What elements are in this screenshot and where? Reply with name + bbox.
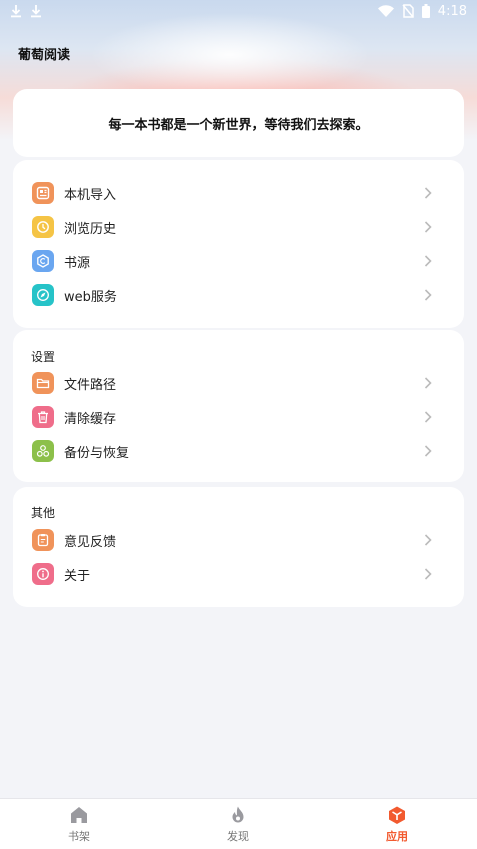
home-icon	[71, 806, 87, 823]
intro-text: 每一本书都是一个新世界，等待我们去探索。	[108, 117, 369, 133]
nav-tab-label: 书架	[68, 829, 90, 843]
history-icon	[32, 216, 54, 238]
chevron-right-icon	[424, 377, 432, 389]
menu-item-backup-restore[interactable]: 备份与恢复	[13, 434, 464, 468]
menu-item-about[interactable]: 关于	[13, 557, 464, 591]
menu-item-label: 文件路径	[64, 377, 117, 393]
folder-icon	[32, 372, 54, 394]
menu-item-clear-cache[interactable]: 清除缓存	[13, 400, 464, 434]
menu-item-web-service[interactable]: web服务	[13, 278, 464, 312]
menu-item-label: 浏览历史	[64, 221, 117, 237]
wifi-icon	[377, 5, 394, 17]
section-title-settings: 设置	[31, 350, 56, 364]
chevron-right-icon	[424, 445, 432, 457]
menu-item-label: 备份与恢复	[64, 445, 130, 461]
chevron-right-icon	[424, 289, 432, 301]
section-title-other: 其他	[31, 506, 56, 520]
chevron-right-icon	[424, 411, 432, 423]
other-card: 其他 意见反馈 关于	[13, 487, 464, 607]
menu-item-history[interactable]: 浏览历史	[13, 210, 464, 244]
intro-card: 每一本书都是一个新世界，等待我们去探索。	[13, 89, 464, 157]
tools-card: 本机导入 浏览历史 书源 web服务	[13, 160, 464, 328]
trash-icon	[32, 406, 54, 428]
chevron-right-icon	[424, 568, 432, 580]
status-bar: 4:18	[0, 0, 477, 22]
chevron-right-icon	[424, 534, 432, 546]
menu-item-local-import[interactable]: 本机导入	[13, 176, 464, 210]
download-icon	[31, 5, 41, 18]
no-sim-icon	[402, 4, 414, 18]
web-service-icon	[32, 284, 54, 306]
cube-icon	[389, 806, 405, 824]
info-icon	[32, 563, 54, 585]
menu-item-label: 本机导入	[64, 187, 117, 203]
flame-icon	[232, 806, 244, 822]
menu-item-feedback[interactable]: 意见反馈	[13, 523, 464, 557]
status-time: 4:18	[437, 3, 467, 19]
menu-item-label: 意见反馈	[64, 534, 117, 550]
nav-tab-label: 发现	[227, 829, 249, 843]
battery-icon	[421, 4, 430, 18]
download-icon	[11, 5, 21, 18]
menu-item-file-path[interactable]: 文件路径	[13, 366, 464, 400]
backup-icon	[32, 440, 54, 462]
menu-item-label: 清除缓存	[64, 411, 117, 427]
menu-item-label: 关于	[64, 568, 91, 584]
nav-tab-discover[interactable]: 发现	[198, 799, 278, 849]
menu-item-label: 书源	[64, 255, 91, 271]
menu-item-label: web服务	[64, 289, 117, 305]
chevron-right-icon	[424, 255, 432, 267]
chevron-right-icon	[424, 221, 432, 233]
app-title: 葡萄阅读	[18, 48, 71, 63]
menu-item-book-source[interactable]: 书源	[13, 244, 464, 278]
nav-tab-bookshelf[interactable]: 书架	[39, 799, 119, 849]
local-import-icon	[32, 182, 54, 204]
settings-card: 设置 文件路径 清除缓存 备份与恢复	[13, 330, 464, 482]
bottom-nav: 书架 发现 应用	[0, 798, 477, 849]
feedback-icon	[32, 529, 54, 551]
nav-tab-label: 应用	[386, 829, 408, 843]
book-source-icon	[32, 250, 54, 272]
nav-tab-apps[interactable]: 应用	[357, 799, 437, 849]
chevron-right-icon	[424, 187, 432, 199]
